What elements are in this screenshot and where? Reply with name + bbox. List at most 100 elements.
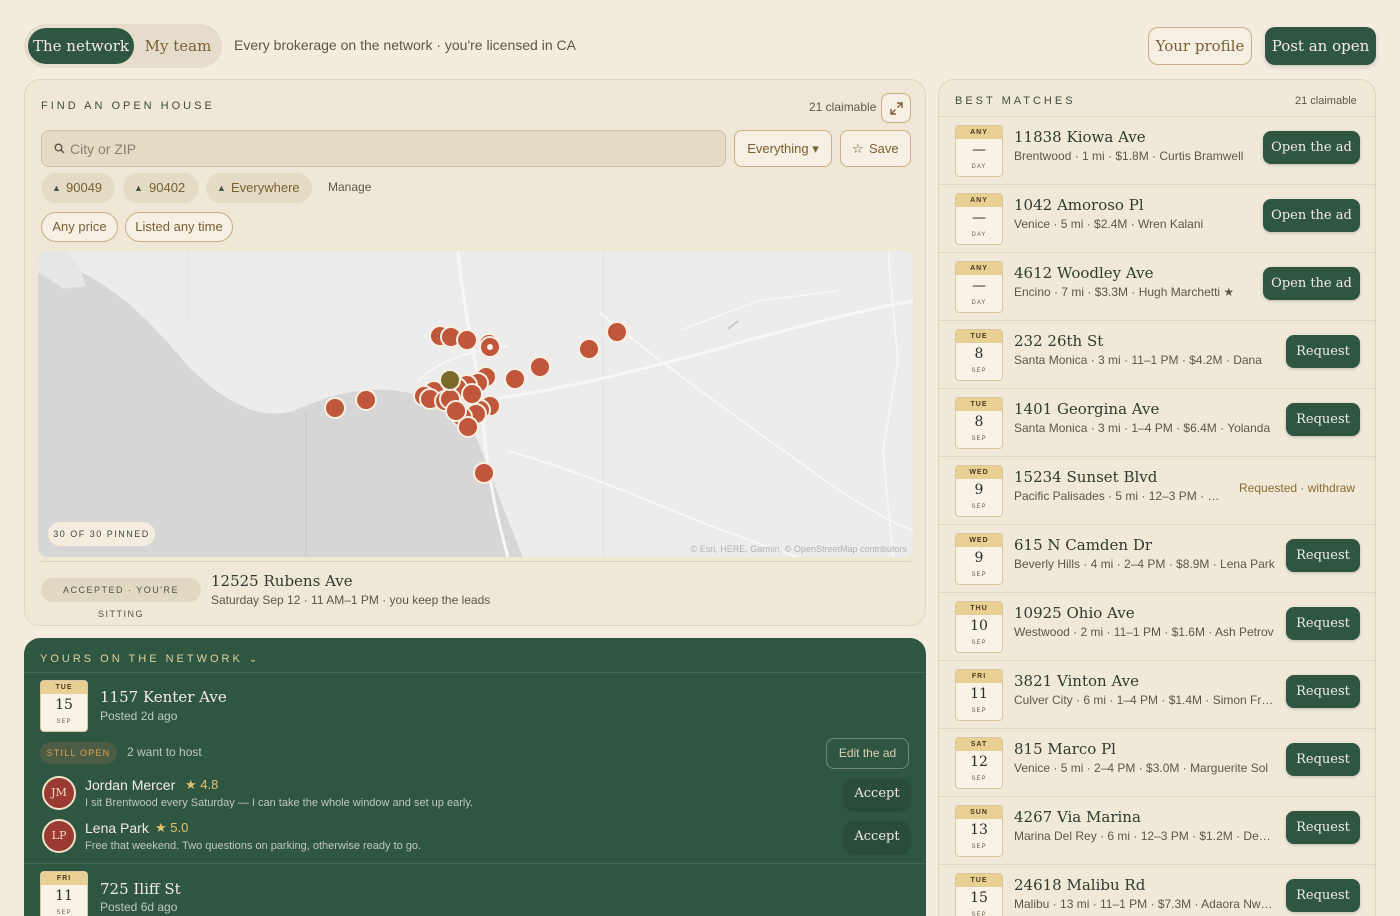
host-name: Jordan Mercer [85, 777, 176, 793]
date-day: 15 [55, 697, 73, 713]
expand-map-button[interactable] [881, 93, 911, 123]
list-item: WED 9 SEP 615 N Camden Dr Beverly Hills · 4 … [939, 524, 1375, 592]
match-details: Pacific Palisades · 5 mi · 12–3 PM · $5.… [1014, 489, 1226, 503]
open-ad-button[interactable]: Open the ad [1263, 199, 1360, 232]
chip-zip-90049[interactable]: ▲ 90049 [41, 173, 115, 203]
accept-button[interactable]: Accept [845, 779, 909, 809]
list-item: THU 10 SEP 10925 Ohio Ave Westwood · 2 mi · … [939, 592, 1375, 660]
date-day: 13 [970, 822, 988, 838]
date-month: SEP [971, 844, 987, 850]
listing-address[interactable]: 725 Iliff St [100, 880, 181, 898]
date-day: — [972, 142, 986, 158]
date-card: TUE 8 SEP [955, 329, 1003, 381]
date-month: SEP [56, 910, 72, 916]
map[interactable]: 30 OF 30 PINNED © Esri, HERE, Garmin, © … [38, 251, 913, 557]
tab-the-network[interactable]: The network [28, 28, 134, 64]
list-item: TUE 8 SEP 1401 Georgina Ave Santa Monica · 3… [939, 388, 1375, 456]
date-card: FRI 11 SEP [40, 871, 88, 916]
filter-listed-any-time[interactable]: Listed any time [125, 212, 233, 242]
accepted-details: Saturday Sep 12 · 11 AM–1 PM · you keep … [211, 593, 491, 607]
save-search-button[interactable]: ☆ Save [840, 130, 911, 167]
filter-any-price[interactable]: Any price [41, 212, 118, 242]
chip-label: 90049 [66, 180, 103, 195]
open-ad-button[interactable]: Open the ad [1263, 267, 1360, 300]
host-message: I sit Brentwood every Saturday — I can t… [85, 797, 474, 809]
date-card: TUE 15 SEP [955, 873, 1003, 916]
yours-title[interactable]: YOURS ON THE NETWORK ⌄ [40, 653, 260, 665]
manage-link[interactable]: Manage [328, 180, 371, 194]
request-button[interactable]: Request [1286, 811, 1360, 844]
requested-withdraw-link[interactable]: Requested · withdraw [1239, 481, 1355, 495]
list-item: ANY — DAY 4612 Woodley Ave Encino · 7 mi · $… [939, 252, 1375, 320]
edit-ad-button[interactable]: Edit the ad [826, 738, 909, 769]
date-month: DAY [971, 164, 987, 170]
network-description: Every brokerage on the network · you're … [234, 37, 576, 53]
request-button[interactable]: Request [1286, 607, 1360, 640]
accept-button[interactable]: Accept [845, 822, 909, 852]
avatar: LP [42, 819, 76, 853]
accepted-address[interactable]: 12525 Rubens Ave [211, 572, 353, 590]
date-month: SEP [971, 572, 987, 578]
match-address[interactable]: 15234 Sunset Blvd [1014, 468, 1157, 486]
match-address[interactable]: 1042 Amoroso Pl [1014, 196, 1144, 214]
date-dow: ANY [956, 194, 1002, 207]
find-title: FIND AN OPEN HOUSE [41, 100, 215, 112]
chip-everywhere[interactable]: ▲ Everywhere [206, 173, 312, 203]
match-address[interactable]: 24618 Malibu Rd [1014, 876, 1145, 894]
date-dow: WED [956, 534, 1002, 547]
tab-my-team[interactable]: My team [138, 28, 218, 64]
match-address[interactable]: 815 Marco Pl [1014, 740, 1116, 758]
date-dow: SAT [956, 738, 1002, 751]
match-address[interactable]: 232 26th St [1014, 332, 1103, 350]
post-an-open-button[interactable]: Post an open [1265, 27, 1376, 65]
match-address[interactable]: 11838 Kiowa Ave [1014, 128, 1146, 146]
everything-filter-button[interactable]: Everything ▾ [734, 130, 832, 167]
match-details: Santa Monica · 3 mi · 1–4 PM · $6.4M · Y… [1014, 421, 1271, 435]
host-rating: ★ 4.8 [185, 777, 219, 792]
pinned-count-badge: 30 OF 30 PINNED [48, 522, 155, 546]
best-claimable-count: 21 claimable [1295, 95, 1357, 107]
map-attribution: © Esri, HERE, Garmin, © OpenStreetMap co… [690, 544, 907, 554]
request-button[interactable]: Request [1286, 879, 1360, 912]
date-dow: WED [956, 466, 1002, 479]
top-bar: The network My team Every brokerage on t… [24, 24, 1376, 68]
match-address[interactable]: 10925 Ohio Ave [1014, 604, 1135, 622]
date-dow: SUN [956, 806, 1002, 819]
city-zip-input[interactable] [70, 131, 710, 166]
divider [24, 672, 926, 673]
match-details: Brentwood · 1 mi · $1.8M · Curtis Bramwe… [1014, 149, 1244, 163]
open-ad-button[interactable]: Open the ad [1263, 131, 1360, 164]
pin-icon: ▲ [217, 183, 226, 193]
your-profile-button[interactable]: Your profile [1148, 27, 1252, 65]
list-item: SUN 13 SEP 4267 Via Marina Marina Del Rey · … [939, 796, 1375, 864]
date-dow: FRI [41, 872, 87, 885]
host-name: Lena Park [85, 820, 149, 836]
search-box [41, 130, 726, 167]
pin-icon: ▲ [134, 183, 143, 193]
date-dow: TUE [956, 398, 1002, 411]
list-item: WED 9 SEP 15234 Sunset Blvd Pacific Palisade… [939, 456, 1375, 524]
match-address[interactable]: 1401 Georgina Ave [1014, 400, 1159, 418]
list-item: FRI 11 SEP 3821 Vinton Ave Culver City · 6 m… [939, 660, 1375, 728]
match-address[interactable]: 3821 Vinton Ave [1014, 672, 1139, 690]
date-dow: THU [956, 602, 1002, 615]
host-rating: ★ 5.0 [155, 820, 189, 835]
date-dow: FRI [956, 670, 1002, 683]
request-button[interactable]: Request [1286, 743, 1360, 776]
date-day: 8 [974, 346, 984, 362]
best-title: BEST MATCHES [955, 95, 1076, 107]
match-address[interactable]: 615 N Camden Dr [1014, 536, 1152, 554]
divider [41, 561, 911, 562]
request-button[interactable]: Request [1286, 539, 1360, 572]
pin-icon: ▲ [52, 183, 61, 193]
request-button[interactable]: Request [1286, 403, 1360, 436]
listing-address[interactable]: 1157 Kenter Ave [100, 688, 227, 706]
yours-title-label: YOURS ON THE NETWORK [40, 653, 243, 665]
request-button[interactable]: Request [1286, 675, 1360, 708]
chip-zip-90402[interactable]: ▲ 90402 [123, 173, 199, 203]
request-button[interactable]: Request [1286, 335, 1360, 368]
chip-label: 90402 [149, 180, 186, 195]
match-address[interactable]: 4612 Woodley Ave [1014, 264, 1154, 282]
match-address[interactable]: 4267 Via Marina [1014, 808, 1141, 826]
date-card: SAT 12 SEP [955, 737, 1003, 789]
